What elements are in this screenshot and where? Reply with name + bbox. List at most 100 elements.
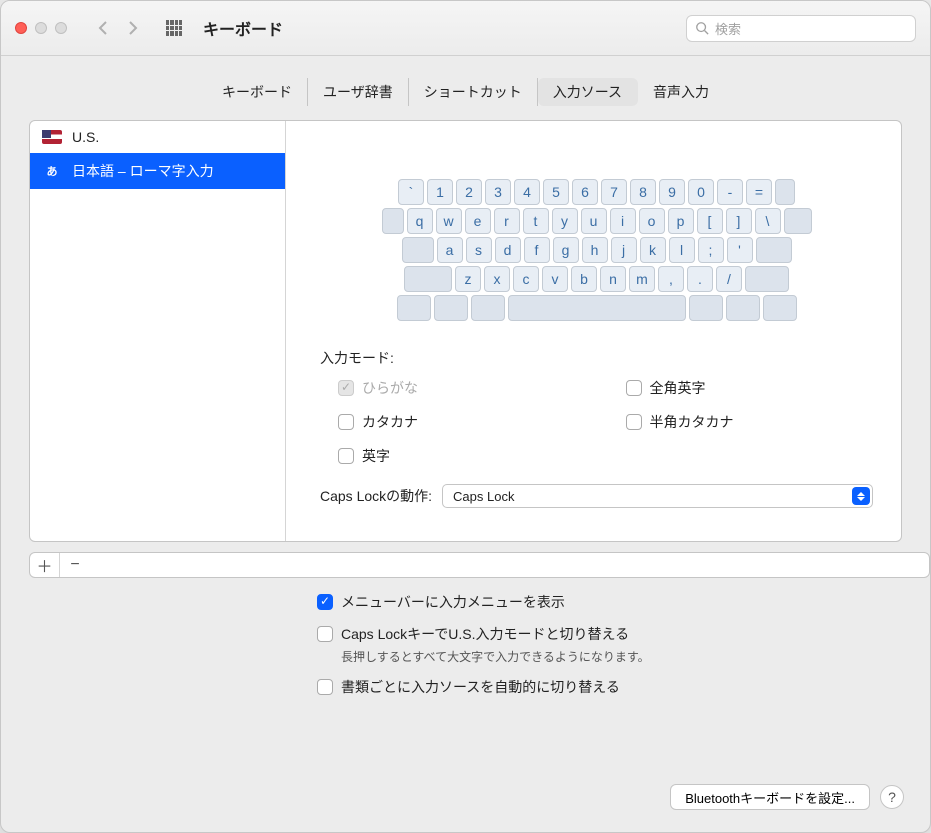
forward-button[interactable] (119, 15, 147, 41)
key-`: ` (398, 179, 424, 205)
key-6: 6 (572, 179, 598, 205)
input-mode-checkbox (338, 380, 354, 396)
source-label: U.S. (72, 129, 99, 145)
option-2[interactable]: 書類ごとに入力ソースを自動的に切り替える (317, 677, 930, 697)
keyboard-preferences-window: キーボード 検索 キーボードユーザ辞書ショートカット入力ソース音声入力 U.S.… (0, 0, 931, 833)
footer: Bluetoothキーボードを設定... ? (1, 784, 930, 832)
tab-2[interactable]: ショートカット (409, 78, 538, 106)
window-title: キーボード (203, 16, 283, 40)
key-f: f (524, 237, 550, 263)
key-c: c (513, 266, 539, 292)
key-t: t (523, 208, 549, 234)
key-o: o (639, 208, 665, 234)
back-button[interactable] (89, 15, 117, 41)
modifier-key (434, 295, 468, 321)
key--: - (717, 179, 743, 205)
key-l: l (669, 237, 695, 263)
modifier-key (775, 179, 795, 205)
key-n: n (600, 266, 626, 292)
key-h: h (582, 237, 608, 263)
input-source-detail: `1234567890-=qwertyuiop[]\asdfghjkl;'zxc… (286, 121, 901, 541)
option-label: Caps LockキーでU.S.入力モードと切り替える (341, 624, 629, 644)
add-remove-buttons: ＋ − (29, 552, 930, 578)
key-3: 3 (485, 179, 511, 205)
help-button[interactable]: ? (880, 785, 904, 809)
key-.: . (687, 266, 713, 292)
grid-icon (166, 20, 182, 36)
us-flag-icon (42, 130, 62, 144)
modifier-key (689, 295, 723, 321)
key-=: = (746, 179, 772, 205)
key-y: y (552, 208, 578, 234)
source-item-1[interactable]: あ日本語 – ローマ字入力 (30, 153, 285, 189)
key-z: z (455, 266, 481, 292)
caps-lock-value: Caps Lock (453, 489, 514, 504)
input-mode-section-label: 入力モード: (320, 348, 873, 368)
show-all-button[interactable] (159, 15, 189, 41)
option-label: 書類ごとに入力ソースを自動的に切り替える (341, 677, 620, 697)
search-input[interactable]: 検索 (686, 15, 916, 42)
source-item-0[interactable]: U.S. (30, 121, 285, 153)
modifier-key (382, 208, 404, 234)
key-/: / (716, 266, 742, 292)
tab-0[interactable]: キーボード (207, 78, 308, 106)
input-mode-0: ひらがな (338, 378, 586, 398)
caps-lock-select[interactable]: Caps Lock (442, 484, 873, 508)
input-mode-label: ひらがな (362, 378, 418, 398)
key-]: ] (726, 208, 752, 234)
remove-source-button[interactable]: − (60, 553, 90, 577)
key-m: m (629, 266, 655, 292)
tab-3[interactable]: 入力ソース (538, 78, 638, 106)
input-mode-checkbox[interactable] (626, 414, 642, 430)
key-a: a (437, 237, 463, 263)
key-v: v (542, 266, 568, 292)
key-2: 2 (456, 179, 482, 205)
key-e: e (465, 208, 491, 234)
input-mode-4[interactable]: 英字 (338, 446, 586, 466)
zoom-icon (55, 22, 67, 34)
modifier-key (784, 208, 812, 234)
window-controls (15, 22, 67, 34)
input-mode-label: カタカナ (362, 412, 418, 432)
source-label: 日本語 – ローマ字入力 (72, 161, 214, 181)
input-mode-checkbox[interactable] (338, 448, 354, 464)
key-i: i (610, 208, 636, 234)
key-j: j (611, 237, 637, 263)
key-w: w (436, 208, 462, 234)
input-mode-checkbox[interactable] (626, 380, 642, 396)
key-1: 1 (427, 179, 453, 205)
key-b: b (571, 266, 597, 292)
option-0[interactable]: メニューバーに入力メニューを表示 (317, 592, 930, 612)
key-k: k (640, 237, 666, 263)
updown-icon (852, 487, 870, 505)
input-mode-3[interactable]: 半角カタカナ (626, 412, 874, 432)
close-icon[interactable] (15, 22, 27, 34)
tab-1[interactable]: ユーザ辞書 (308, 78, 409, 106)
chevron-right-icon (128, 20, 138, 36)
input-mode-1[interactable]: 全角英字 (626, 378, 874, 398)
option-checkbox[interactable] (317, 626, 333, 642)
add-source-button[interactable]: ＋ (30, 553, 60, 577)
caps-lock-row: Caps Lockの動作: Caps Lock (320, 484, 873, 508)
keyboard-layout-preview: `1234567890-=qwertyuiop[]\asdfghjkl;'zxc… (397, 179, 797, 324)
key-': ' (727, 237, 753, 263)
option-hint: 長押しするとすべて大文字で入力できるようになります。 (341, 648, 930, 665)
input-source-list: U.S. あ日本語 – ローマ字入力 (30, 121, 286, 541)
key-q: q (407, 208, 433, 234)
key-4: 4 (514, 179, 540, 205)
search-placeholder: 検索 (715, 19, 741, 38)
input-mode-checkbox[interactable] (338, 414, 354, 430)
global-options: メニューバーに入力メニューを表示 Caps LockキーでU.S.入力モードと切り… (317, 592, 930, 697)
option-1[interactable]: Caps LockキーでU.S.入力モードと切り替える (317, 624, 930, 644)
key-\: \ (755, 208, 781, 234)
modifier-key (726, 295, 760, 321)
bluetooth-keyboard-button[interactable]: Bluetoothキーボードを設定... (670, 784, 870, 810)
input-mode-2[interactable]: カタカナ (338, 412, 586, 432)
option-checkbox[interactable] (317, 679, 333, 695)
key-s: s (466, 237, 492, 263)
modifier-key (397, 295, 431, 321)
option-checkbox[interactable] (317, 594, 333, 610)
tab-4[interactable]: 音声入力 (638, 78, 724, 106)
search-icon (695, 21, 709, 35)
modifier-key (508, 295, 686, 321)
